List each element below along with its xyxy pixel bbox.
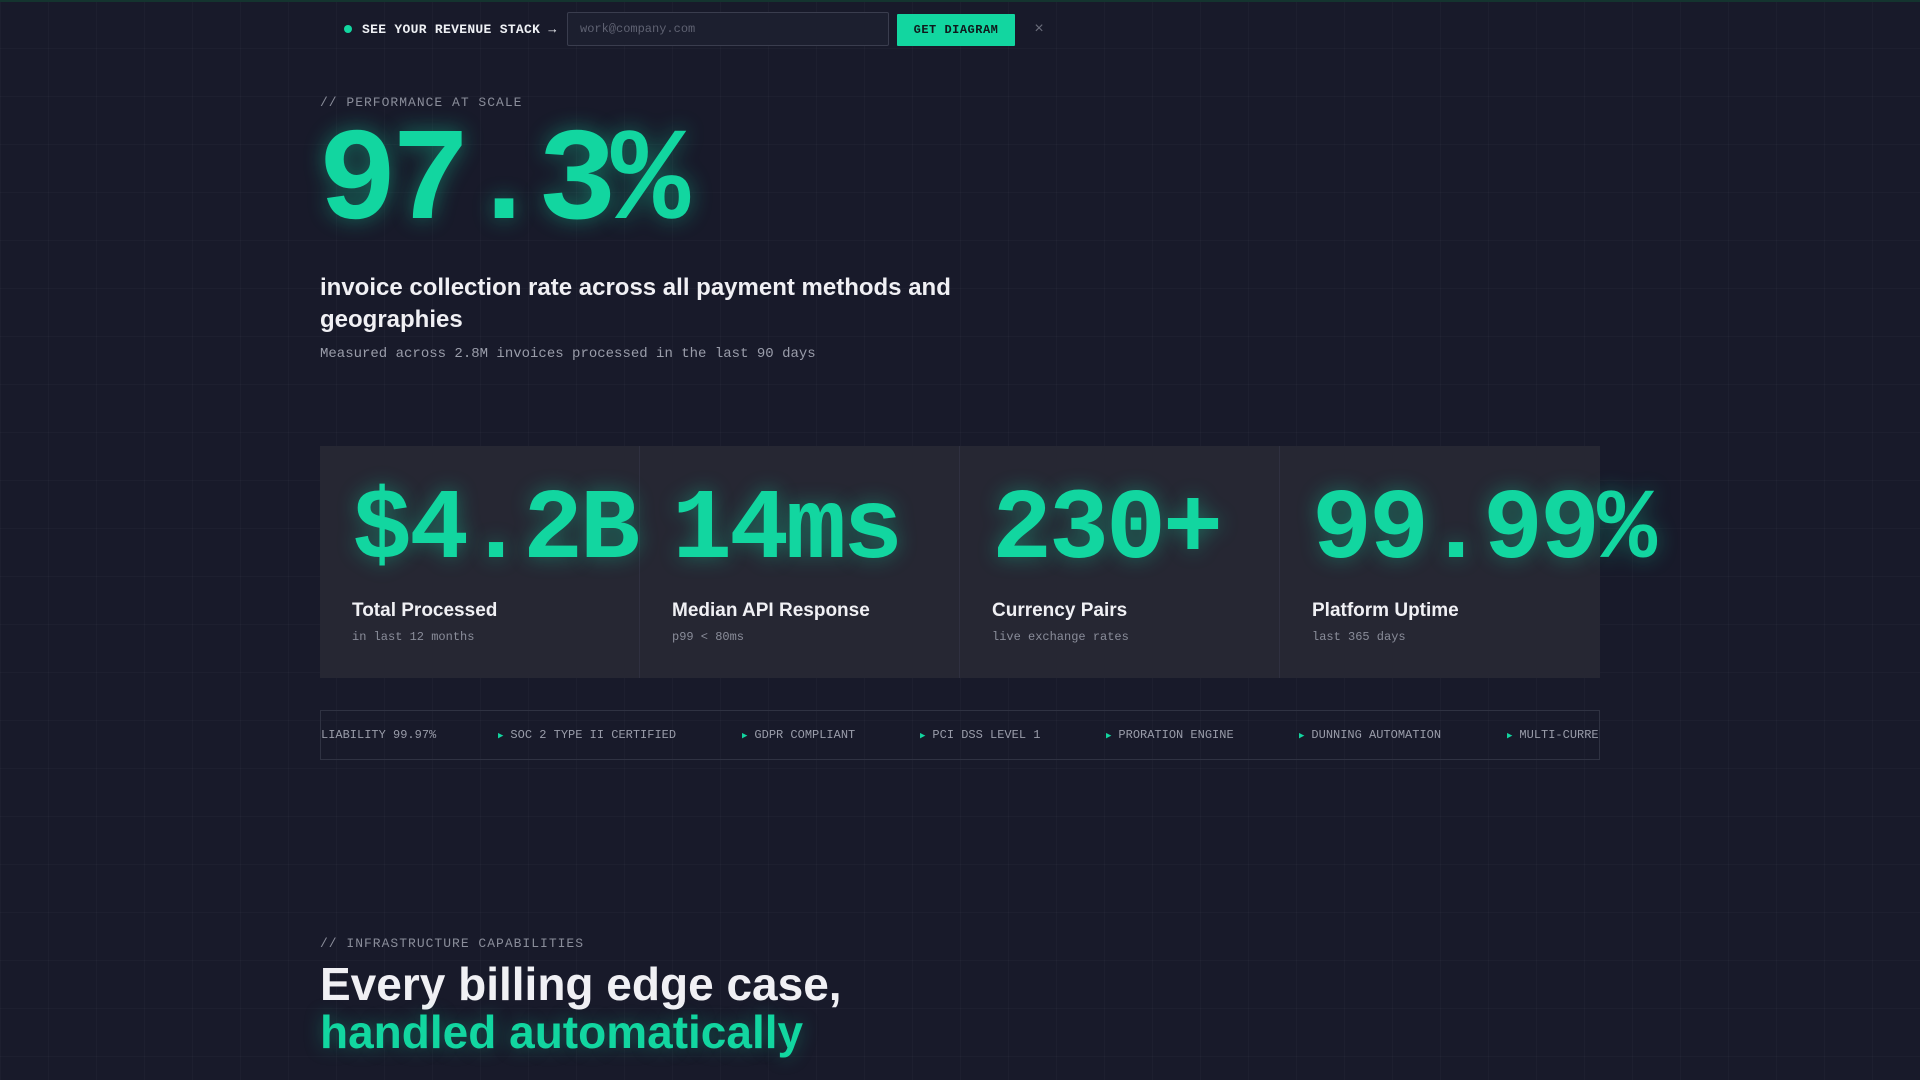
- stat-subtext: p99 < 80ms: [672, 630, 745, 644]
- ticker-item-label: LIABILITY 99.97%: [321, 728, 437, 742]
- ticker-item-label: PCI DSS LEVEL 1: [932, 728, 1041, 742]
- close-icon[interactable]: ×: [1030, 18, 1048, 40]
- hero-metric: 97.3%: [318, 108, 690, 258]
- stat-value: 99.99%: [1312, 475, 1657, 588]
- banner-label[interactable]: SEE YOUR REVENUE STACK →: [362, 22, 556, 37]
- stat-label: Total Processed: [352, 600, 498, 621]
- ticker-item-label: SOC 2 TYPE II CERTIFIED: [510, 728, 677, 742]
- stat-subtext: live exchange rates: [992, 630, 1129, 644]
- stat-value: 14ms: [672, 475, 903, 588]
- ticker-item-label: PRORATION ENGINE: [1118, 728, 1234, 742]
- stat-subtext: last 365 days: [1312, 630, 1406, 644]
- stat-value: 230+: [992, 475, 1223, 588]
- ticker-item: LIABILITY 99.97%: [321, 711, 436, 759]
- ticker-item: ▶ MULTI-CURRE: [1507, 711, 1599, 759]
- stat-currency-pairs: 230+ Currency Pairs live exchange rates: [960, 446, 1280, 678]
- section-title: Every billing edge case, handled automat…: [320, 960, 842, 1056]
- ticker-item-label: MULTI-CURRE: [1519, 728, 1599, 742]
- triangle-right-icon: ▶: [1507, 731, 1513, 741]
- email-input[interactable]: [567, 12, 889, 46]
- triangle-right-icon: ▶: [1299, 731, 1305, 741]
- stat-label: Currency Pairs: [992, 600, 1128, 621]
- stat-api-response: 14ms Median API Response p99 < 80ms: [640, 446, 960, 678]
- promo-banner: SEE YOUR REVENUE STACK →: [344, 12, 556, 46]
- section-title-line-2: handled automatically: [320, 1006, 804, 1058]
- ticker-item-label: GDPR COMPLIANT: [754, 728, 856, 742]
- stat-value: $4.2B: [352, 475, 640, 588]
- ticker-item: ▶ SOC 2 TYPE II CERTIFIED: [498, 711, 676, 759]
- ticker-item-label: DUNNING AUTOMATION: [1311, 728, 1442, 742]
- section-eyebrow: // INFRASTRUCTURE CAPABILITIES: [320, 936, 585, 951]
- stat-subtext: in last 12 months: [352, 630, 475, 644]
- stat-total-processed: $4.2B Total Processed in last 12 months: [320, 446, 640, 678]
- triangle-right-icon: ▶: [1106, 731, 1112, 741]
- hero-description: invoice collection rate across all payme…: [320, 274, 951, 333]
- stat-label: Median API Response: [672, 600, 870, 621]
- ticker-item: ▶ PCI DSS LEVEL 1: [920, 711, 1040, 759]
- triangle-right-icon: ▶: [498, 731, 504, 741]
- ticker-item: ▶ PRORATION ENGINE: [1106, 711, 1234, 759]
- top-accent-line: [0, 0, 1920, 2]
- ticker-item: ▶ DUNNING AUTOMATION: [1299, 711, 1441, 759]
- stat-platform-uptime: 99.99% Platform Uptime last 365 days: [1280, 446, 1657, 678]
- triangle-right-icon: ▶: [920, 731, 926, 741]
- feature-ticker: LIABILITY 99.97% ▶ SOC 2 TYPE II CERTIFIE…: [320, 710, 1600, 760]
- stats-panel: $4.2B Total Processed in last 12 months …: [320, 446, 1657, 678]
- triangle-right-icon: ▶: [742, 731, 748, 741]
- get-diagram-button[interactable]: GET DIAGRAM: [897, 14, 1015, 46]
- stat-label: Platform Uptime: [1312, 600, 1459, 621]
- status-dot-icon: [344, 25, 352, 33]
- section-title-line-1: Every billing edge case,: [320, 958, 842, 1010]
- ticker-item: ▶ GDPR COMPLIANT: [742, 711, 855, 759]
- hero-subtext: Measured across 2.8M invoices processed …: [320, 346, 816, 362]
